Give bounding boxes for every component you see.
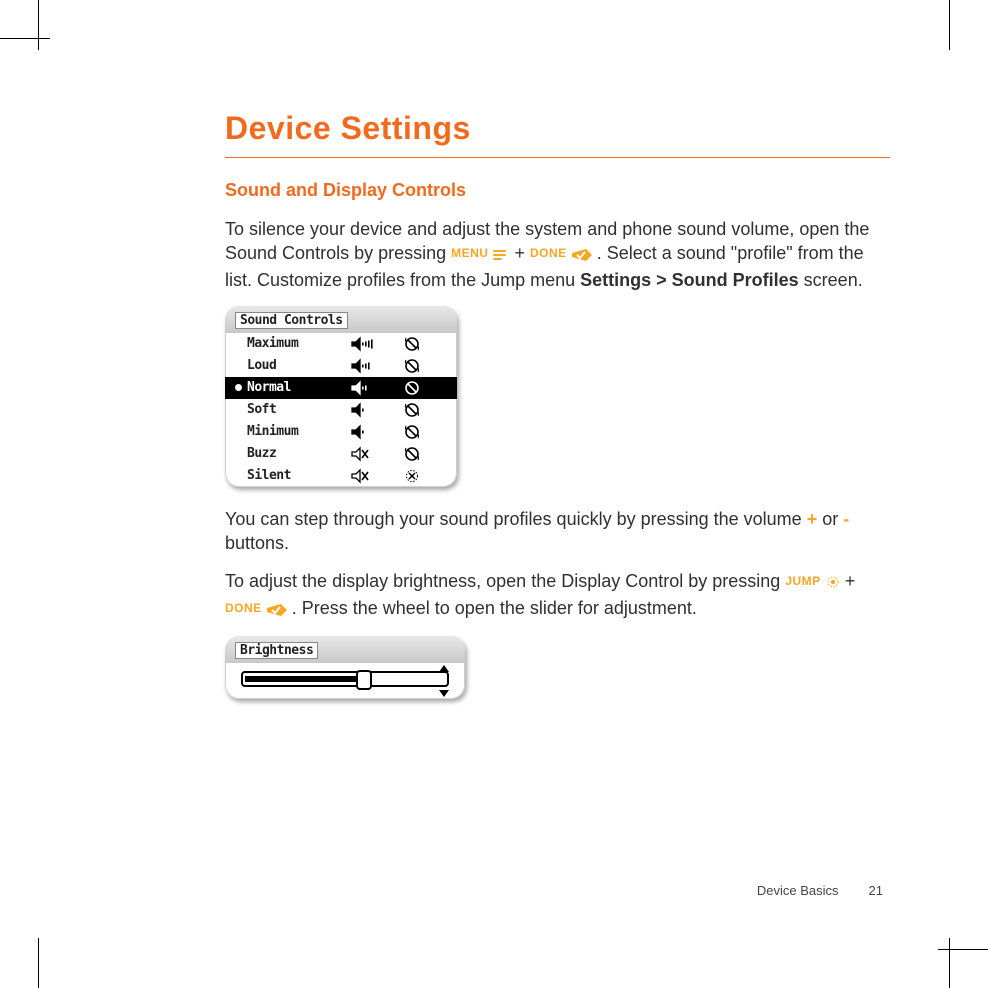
- sound-profile-row[interactable]: Minimum: [225, 421, 457, 443]
- volume-plus-key: +: [807, 509, 818, 529]
- p2-text-2: or: [822, 509, 843, 529]
- done-key-label: DONE: [530, 246, 567, 260]
- jump-icon: [826, 571, 840, 595]
- p3-text-2: . Press the wheel to open the slider for…: [292, 598, 697, 618]
- paragraph-2: You can step through your sound profiles…: [225, 507, 895, 556]
- sound-profile-row[interactable]: Soft: [225, 399, 457, 421]
- sound-controls-title: Sound Controls: [235, 312, 348, 329]
- vibrate-icon: [397, 358, 427, 374]
- footer-page: 21: [853, 883, 883, 898]
- sound-profile-label: Soft: [247, 402, 339, 417]
- sound-controls-header: Sound Controls: [225, 306, 457, 333]
- sound-profile-label: Minimum: [247, 424, 339, 439]
- brightness-widget: Brightness: [225, 636, 465, 699]
- vibrate-icon: [397, 424, 427, 440]
- sound-profile-row[interactable]: Maximum: [225, 333, 457, 355]
- brightness-header: Brightness: [225, 636, 465, 663]
- page-footer: Device Basics 21: [757, 883, 883, 898]
- sound-profile-row[interactable]: Silent: [225, 465, 457, 487]
- brightness-title: Brightness: [235, 642, 318, 659]
- sound-profile-row[interactable]: Loud: [225, 355, 457, 377]
- p3-text-1: To adjust the display brightness, open t…: [225, 571, 785, 591]
- paragraph-1: To silence your device and adjust the sy…: [225, 217, 895, 292]
- menu-key-label: MENU: [451, 246, 488, 260]
- p2-text-3: buttons.: [225, 533, 289, 553]
- vibrate-icon: [397, 402, 427, 418]
- page-heading: Device Settings: [225, 110, 895, 147]
- footer-section: Device Basics: [757, 883, 839, 898]
- menu-icon: [493, 243, 509, 267]
- speaker-icon: [339, 468, 397, 484]
- slider-knob[interactable]: [356, 670, 372, 690]
- speaker-icon: [339, 336, 397, 352]
- section-heading: Sound and Display Controls: [225, 180, 895, 201]
- p1-plus: +: [515, 243, 531, 263]
- speaker-icon: [339, 424, 397, 440]
- sound-profile-row[interactable]: Buzz: [225, 443, 457, 465]
- paragraph-3: To adjust the display brightness, open t…: [225, 569, 895, 622]
- p1-text-3: screen.: [804, 270, 863, 290]
- speaker-icon: [339, 380, 397, 396]
- slider-track: [241, 671, 449, 687]
- done-icon: [572, 243, 592, 267]
- vibrate-icon: [397, 446, 427, 462]
- sound-profile-label: Maximum: [247, 336, 339, 351]
- arrow-down-icon: [439, 690, 449, 697]
- volume-minus-key: -: [843, 509, 849, 529]
- speaker-icon: [339, 358, 397, 374]
- vibrate-icon: [397, 468, 427, 484]
- speaker-icon: [339, 402, 397, 418]
- heading-rule: [225, 157, 890, 158]
- sound-controls-widget: Sound Controls Maximum Loud Normal Soft Mini…: [225, 306, 457, 487]
- sound-profile-label: Normal: [247, 380, 339, 395]
- sound-profile-row[interactable]: Normal: [225, 377, 457, 399]
- selected-dot-icon: [235, 384, 242, 391]
- speaker-icon: [339, 446, 397, 462]
- sound-profile-label: Buzz: [247, 446, 339, 461]
- sound-profile-label: Silent: [247, 468, 339, 483]
- done-key-label-2: DONE: [225, 601, 262, 615]
- p3-plus: +: [845, 571, 856, 591]
- p1-bold: Settings > Sound Profiles: [580, 270, 799, 290]
- vibrate-icon: [397, 336, 427, 352]
- done-icon-2: [267, 598, 287, 622]
- sound-profile-label: Loud: [247, 358, 339, 373]
- brightness-slider[interactable]: [225, 663, 465, 699]
- p2-text-1: You can step through your sound profiles…: [225, 509, 807, 529]
- jump-key-label: JUMP: [785, 574, 820, 588]
- vibrate-icon: [397, 380, 427, 396]
